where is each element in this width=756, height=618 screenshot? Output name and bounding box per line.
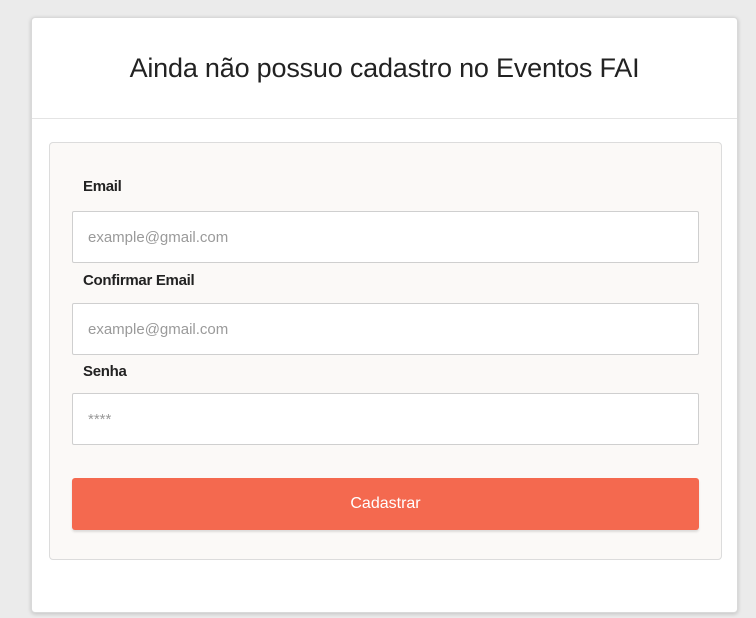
email-label: Email — [83, 178, 122, 195]
email-field[interactable] — [72, 211, 699, 263]
password-field[interactable] — [72, 393, 699, 445]
confirm-email-label: Confirmar Email — [83, 272, 195, 289]
page-title: Ainda não possuo cadastro no Eventos FAI — [129, 52, 640, 83]
password-label: Senha — [83, 363, 127, 380]
register-button[interactable]: Cadastrar — [72, 478, 699, 530]
signup-card: Ainda não possuo cadastro no Eventos FAI… — [31, 17, 738, 613]
card-header: Ainda não possuo cadastro no Eventos FAI — [32, 18, 737, 119]
signup-form: Email Confirmar Email Senha Cadastrar — [49, 142, 722, 560]
confirm-email-field[interactable] — [72, 303, 699, 355]
